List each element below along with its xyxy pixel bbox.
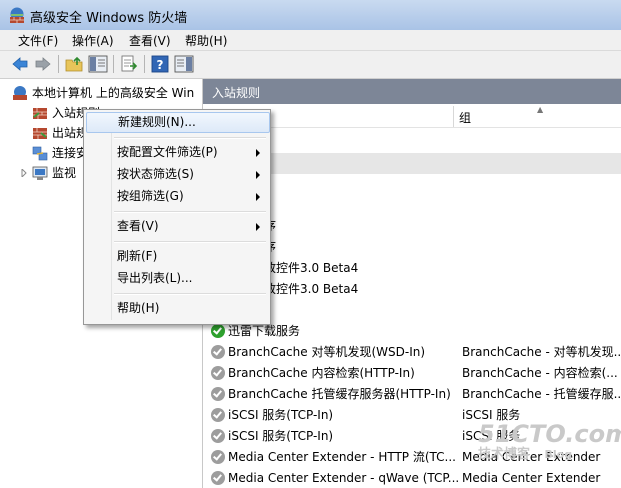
watermark-logo: 51CTO.com <box>478 420 621 448</box>
rule-row[interactable]: BranchCache 对等机发现(WSD-In) BranchCache - 对… <box>203 342 621 363</box>
outbound-rules-icon <box>33 128 47 139</box>
rule-group: BranchCache - 托管缓存服... <box>462 387 621 401</box>
title-bar: 高级安全 Windows 防火墙 <box>0 0 621 30</box>
menu-action[interactable]: 操作(A) <box>72 32 114 49</box>
rule-name: Media Center Extender - qWave (TCP... <box>228 471 460 485</box>
rule-disabled-icon <box>211 387 225 401</box>
rule-group: BranchCache - 内容检索(... <box>462 366 618 380</box>
watermark-subtitle: 技术博客 Blog <box>478 447 621 463</box>
context-menu: 新建规则(N)... 按配置文件筛选(P) 按状态筛选(S) 按组筛选(G) 查… <box>83 109 271 325</box>
export-list-icon[interactable] <box>119 54 139 74</box>
back-arrow-icon[interactable] <box>10 54 30 74</box>
expand-arrow-icon[interactable] <box>20 169 28 177</box>
toolbar-separator <box>144 55 145 73</box>
menu-view[interactable]: 查看(V) <box>86 216 268 237</box>
rule-name: Media Center Extender - HTTP 流(TC... <box>228 450 456 464</box>
menu-help[interactable]: 帮助(H) <box>185 32 227 49</box>
sort-caret-icon: ▲ <box>537 105 544 114</box>
firewall-icon <box>13 86 27 100</box>
show-hide-tree-icon[interactable] <box>88 54 108 74</box>
firewall-icon <box>10 7 24 23</box>
menu-separator <box>114 211 266 213</box>
menu-new-rule[interactable]: 新建规则(N)... <box>86 112 270 133</box>
toolbar-separator <box>58 55 59 73</box>
svg-text:?: ? <box>157 58 164 72</box>
column-divider[interactable] <box>453 106 454 127</box>
tree-item-label: 监视 <box>52 166 77 180</box>
menu-export-list[interactable]: 导出列表(L)... <box>86 268 268 289</box>
menu-separator <box>114 137 266 139</box>
help-icon[interactable]: ? <box>150 54 170 74</box>
rule-name: BranchCache 内容检索(HTTP-In) <box>228 366 415 380</box>
menu-filter-by-state[interactable]: 按状态筛选(S) <box>86 164 268 185</box>
tree-root-label: 本地计算机 上的高级安全 Win <box>32 86 195 100</box>
up-folder-icon[interactable] <box>64 54 84 74</box>
rule-row[interactable]: Media Center Extender - qWave (TCP... Med… <box>203 468 621 488</box>
menu-item-label: 按组筛选(G) <box>117 189 184 203</box>
window-title: 高级安全 Windows 防火墙 <box>30 11 188 26</box>
menu-bar: 文件(F) 操作(A) 查看(V) 帮助(H) <box>0 30 621 51</box>
rule-name: BranchCache 托管缓存服务器(HTTP-In) <box>228 387 451 401</box>
rule-disabled-icon <box>211 408 225 422</box>
toolbar-separator <box>113 55 114 73</box>
submenu-arrow-icon <box>256 223 260 231</box>
menu-help[interactable]: 帮助(H) <box>86 298 268 319</box>
menu-item-label: 按配置文件筛选(P) <box>117 145 218 159</box>
submenu-arrow-icon <box>256 149 260 157</box>
submenu-arrow-icon <box>256 171 260 179</box>
watermark-blog-en: Blog <box>544 448 573 461</box>
pane-title: 入站规则 <box>212 86 261 100</box>
rule-disabled-icon <box>211 345 225 359</box>
menu-refresh[interactable]: 刷新(F) <box>86 246 268 267</box>
menu-separator <box>114 241 266 243</box>
rule-name: iSCSI 服务(TCP-In) <box>228 429 334 443</box>
rule-name: iSCSI 服务(TCP-In) <box>228 408 334 422</box>
monitoring-icon <box>32 166 48 180</box>
watermark-blog-cn: 技术博客 <box>478 447 531 462</box>
pane-header: 入站规则 <box>203 79 621 104</box>
menu-separator <box>114 293 266 295</box>
menu-item-label: 导出列表(L)... <box>117 271 193 285</box>
menu-filter-by-group[interactable]: 按组筛选(G) <box>86 186 268 207</box>
menu-filter-by-profile[interactable]: 按配置文件筛选(P) <box>86 142 268 163</box>
show-action-pane-icon[interactable] <box>174 54 194 74</box>
tree-root[interactable]: 本地计算机 上的高级安全 Win <box>12 84 200 102</box>
menu-item-label: 按状态筛选(S) <box>117 167 194 181</box>
menu-file[interactable]: 文件(F) <box>18 32 58 49</box>
submenu-arrow-icon <box>256 193 260 201</box>
menu-item-label: 查看(V) <box>117 219 159 233</box>
connection-security-icon <box>32 146 48 161</box>
rule-disabled-icon <box>211 471 225 485</box>
menu-item-label: 新建规则(N)... <box>118 115 196 129</box>
rule-disabled-icon <box>211 450 225 464</box>
rule-enabled-icon <box>211 324 225 338</box>
rule-row[interactable]: BranchCache 托管缓存服务器(HTTP-In) BranchCache … <box>203 384 621 405</box>
rule-name: BranchCache 对等机发现(WSD-In) <box>228 345 426 359</box>
rule-group: BranchCache - 对等机发现... <box>462 345 621 359</box>
column-group[interactable]: 组 <box>459 109 471 126</box>
rule-disabled-icon <box>211 366 225 380</box>
rule-disabled-icon <box>211 429 225 443</box>
forward-arrow-icon[interactable] <box>33 54 53 74</box>
toolbar: ? <box>0 51 621 79</box>
watermark: 51CTO.com 技术博客 Blog <box>478 421 621 463</box>
menu-item-label: 刷新(F) <box>117 249 158 263</box>
menu-view[interactable]: 查看(V) <box>129 32 171 49</box>
menu-item-label: 帮助(H) <box>117 301 160 315</box>
rule-row[interactable]: BranchCache 内容检索(HTTP-In) BranchCache - 内… <box>203 363 621 384</box>
rule-group: Media Center Extender <box>462 471 601 485</box>
inbound-rules-icon <box>33 108 47 119</box>
